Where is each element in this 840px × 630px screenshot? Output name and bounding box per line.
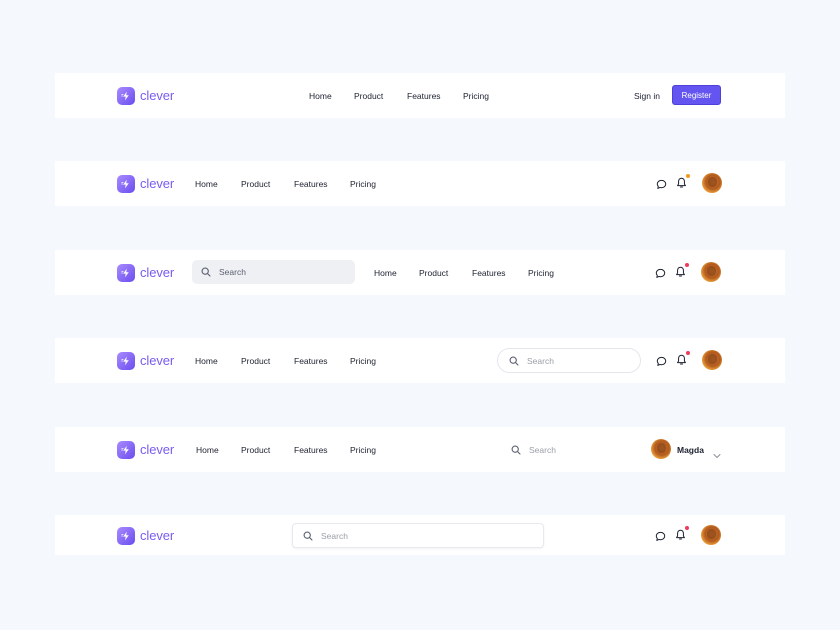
chat-icon[interactable] — [654, 177, 668, 191]
nav-pricing[interactable]: Pricing — [528, 250, 554, 295]
bell-button[interactable] — [676, 174, 690, 190]
sign-in-link[interactable]: Sign in — [634, 73, 660, 118]
logo-text: clever — [140, 353, 175, 368]
search-input[interactable]: Search — [511, 437, 621, 462]
bell-icon — [677, 177, 686, 188]
search-icon — [303, 531, 313, 541]
bolt-icon — [117, 174, 135, 193]
nav-product[interactable]: Product — [241, 427, 270, 472]
nav-pricing[interactable]: Pricing — [350, 338, 376, 383]
notification-dot — [685, 263, 689, 267]
search-icon — [201, 267, 211, 277]
nav-features[interactable]: Features — [407, 73, 441, 118]
nav-home[interactable]: Home — [195, 161, 218, 206]
logo-text: clever — [140, 442, 175, 457]
search-icon — [511, 445, 521, 455]
nav-home[interactable]: Home — [195, 338, 218, 383]
logo-text: clever — [140, 176, 175, 191]
navbar-variant-4: clever Home Product Features Pricing Sea… — [55, 338, 785, 383]
nav-pricing[interactable]: Pricing — [350, 427, 376, 472]
search-input[interactable]: Search — [192, 260, 355, 284]
chat-icon[interactable] — [653, 266, 667, 280]
logo[interactable]: clever — [117, 174, 174, 193]
avatar[interactable] — [702, 173, 722, 193]
chevron-down-icon[interactable] — [713, 446, 721, 464]
logo[interactable]: clever — [117, 351, 174, 370]
search-input[interactable]: Search — [497, 348, 641, 373]
logo-text: clever — [140, 265, 175, 280]
logo[interactable]: clever — [117, 440, 174, 459]
notification-dot — [686, 174, 690, 178]
bolt-icon — [117, 86, 135, 105]
search-placeholder: Search — [321, 530, 348, 541]
search-placeholder: Search — [527, 355, 554, 366]
nav-features[interactable]: Features — [294, 338, 328, 383]
nav-home[interactable]: Home — [309, 73, 332, 118]
avatar[interactable] — [651, 439, 671, 459]
avatar[interactable] — [701, 525, 721, 545]
nav-pricing[interactable]: Pricing — [463, 73, 489, 118]
notification-dot — [685, 526, 689, 530]
nav-features[interactable]: Features — [472, 250, 506, 295]
nav-features[interactable]: Features — [294, 427, 328, 472]
navbar-variant-3: clever Search Home Product Features Pric… — [55, 250, 785, 295]
nav-pricing[interactable]: Pricing — [350, 161, 376, 206]
bell-button[interactable] — [675, 263, 689, 279]
bell-button[interactable] — [675, 526, 689, 542]
bell-icon — [676, 529, 685, 540]
avatar[interactable] — [701, 262, 721, 282]
bolt-icon — [117, 263, 135, 282]
nav-product[interactable]: Product — [241, 161, 270, 206]
logo-text: clever — [140, 88, 175, 103]
navbar-variant-5: clever Home Product Features Pricing Sea… — [55, 427, 785, 472]
logo[interactable]: clever — [117, 263, 174, 282]
search-placeholder: Search — [219, 267, 246, 277]
search-placeholder: Search — [529, 444, 556, 455]
chat-icon[interactable] — [653, 529, 667, 543]
bell-icon — [677, 354, 686, 365]
bolt-icon — [117, 440, 135, 459]
navbar-variant-2: clever Home Product Features Pricing — [55, 161, 785, 206]
nav-product[interactable]: Product — [419, 250, 448, 295]
nav-home[interactable]: Home — [196, 427, 219, 472]
nav-product[interactable]: Product — [354, 73, 383, 118]
bell-button[interactable] — [676, 351, 690, 367]
search-icon — [509, 356, 519, 366]
navbar-variant-6: clever Search — [55, 515, 785, 555]
notification-dot — [686, 351, 690, 355]
nav-features[interactable]: Features — [294, 161, 328, 206]
user-name[interactable]: Magda — [677, 427, 704, 472]
search-input[interactable]: Search — [292, 523, 544, 548]
nav-product[interactable]: Product — [241, 338, 270, 383]
bolt-icon — [117, 351, 135, 370]
bell-icon — [676, 266, 685, 277]
logo-text: clever — [140, 528, 175, 543]
avatar[interactable] — [702, 350, 722, 370]
chat-icon[interactable] — [654, 354, 668, 368]
bolt-icon — [117, 526, 135, 545]
nav-home[interactable]: Home — [374, 250, 397, 295]
register-button[interactable]: Register — [672, 85, 721, 105]
logo[interactable]: clever — [117, 86, 174, 105]
navbar-variant-1: clever Home Product Features Pricing Sig… — [55, 73, 785, 118]
logo[interactable]: clever — [117, 526, 174, 545]
